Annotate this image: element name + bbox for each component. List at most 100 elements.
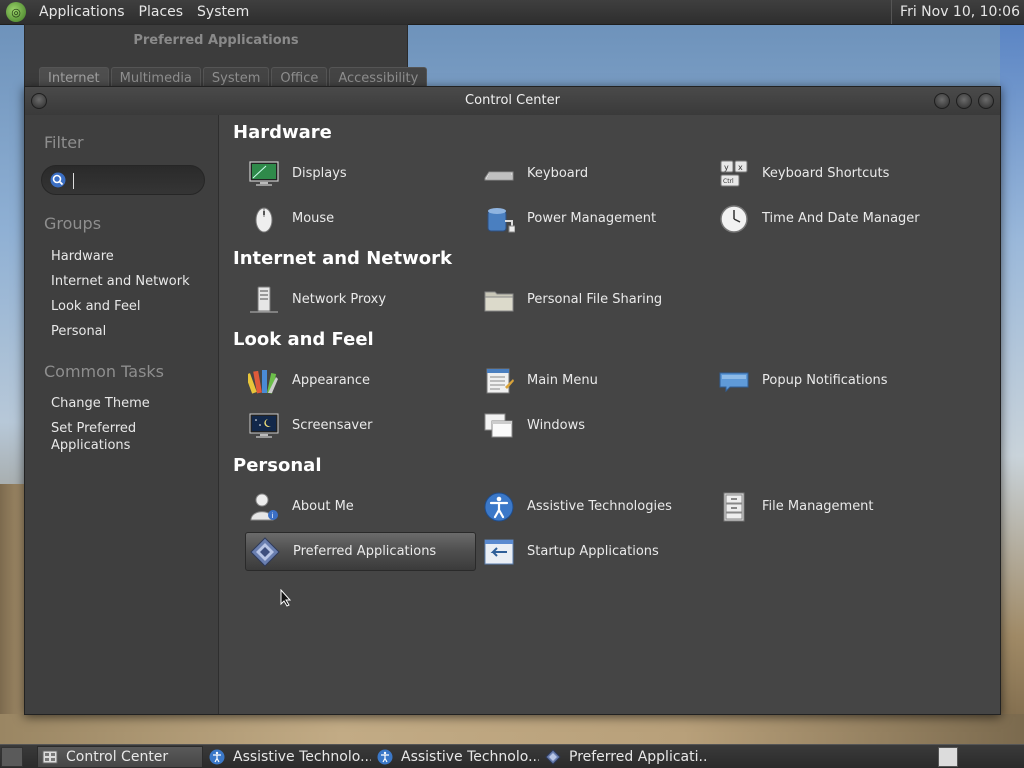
text-caret <box>73 173 74 189</box>
groups-heading: Groups <box>44 214 102 233</box>
main-menu-icon <box>486 368 514 393</box>
task-label: Assistive Technolo... <box>233 748 371 765</box>
task-assistive-technologies[interactable]: Assistive Technolo... <box>205 746 371 768</box>
section-title-look-and-feel: Look and Feel <box>233 329 374 350</box>
sidebar-item-look-and-feel[interactable]: Look and Feel <box>25 294 218 319</box>
applications-menu[interactable]: Applications <box>32 4 132 20</box>
desktop-wallpaper-bottom <box>0 714 1024 744</box>
item-label: Startup Applications <box>527 544 659 559</box>
clock[interactable]: Fri Nov 10, 10:06 <box>891 0 1020 24</box>
section-title-internet-and-network: Internet and Network <box>233 248 452 269</box>
item-label: Mouse <box>292 211 335 226</box>
item-network-proxy[interactable]: Network Proxy <box>245 280 476 319</box>
item-label: Assistive Technologies <box>527 499 672 514</box>
about-me-icon: i <box>250 493 278 520</box>
svg-text:x: x <box>738 163 743 172</box>
item-label: Windows <box>527 418 586 433</box>
section-title-personal: Personal <box>233 455 322 476</box>
item-label: Main Menu <box>527 373 598 388</box>
search-input[interactable] <box>41 165 205 195</box>
places-menu[interactable]: Places <box>132 4 191 20</box>
network-proxy-icon <box>250 286 278 312</box>
item-label: Network Proxy <box>292 292 387 307</box>
keyboard-shortcuts-icon: y x Ctrl <box>720 160 748 186</box>
window-title: Control Center <box>465 93 560 108</box>
accessibility-icon <box>484 492 514 521</box>
titlebar[interactable]: Control Center <box>25 87 1000 115</box>
task-set-preferred-applications[interactable]: Set Preferred Applications <box>25 416 145 454</box>
windows-icon <box>484 413 513 437</box>
sidebar-item-personal[interactable]: Personal <box>25 319 218 344</box>
notification-tray-icon[interactable] <box>938 747 958 767</box>
maximize-button[interactable] <box>956 93 972 109</box>
svg-text:y: y <box>724 163 729 172</box>
item-file-management[interactable]: File Management <box>715 487 946 526</box>
window-title: Preferred Applications <box>133 33 299 48</box>
item-label: About Me <box>292 499 354 514</box>
bottom-taskbar: Control Center Assistive Technolo... Ass… <box>0 744 1024 768</box>
task-label: Control Center <box>66 748 169 765</box>
accessibility-icon <box>209 749 225 764</box>
distro-logo-icon[interactable]: ◎ <box>6 2 26 22</box>
item-power-management[interactable]: Power Management <box>480 199 711 238</box>
item-time-and-date-manager[interactable]: Time And Date Manager <box>715 199 946 238</box>
task-change-theme[interactable]: Change Theme <box>25 391 218 416</box>
item-assistive-technologies[interactable]: Assistive Technologies <box>480 487 711 526</box>
sidebar: Filter Groups Hardware Internet and Netw… <box>25 115 219 714</box>
folder-share-icon <box>484 291 514 311</box>
desktop-wallpaper <box>0 484 24 744</box>
item-displays[interactable]: Displays <box>245 154 476 193</box>
task-preferred-applications[interactable]: Preferred Applicati... <box>541 746 707 768</box>
top-panel: ◎ Applications Places System Fri Nov 10,… <box>0 0 1024 25</box>
item-label: Keyboard <box>527 166 589 181</box>
search-icon <box>50 172 66 188</box>
show-desktop-button[interactable] <box>1 746 23 767</box>
task-label: Preferred Applicati... <box>569 748 707 765</box>
preferred-apps-icon <box>250 536 280 567</box>
svg-text:i: i <box>272 512 274 520</box>
item-label: Time And Date Manager <box>762 211 920 226</box>
task-control-center[interactable]: Control Center <box>37 745 203 768</box>
item-label: Popup Notifications <box>762 373 888 388</box>
sidebar-item-hardware[interactable]: Hardware <box>25 244 218 269</box>
item-label: Appearance <box>292 373 371 388</box>
item-label: Preferred Applications <box>293 544 437 559</box>
accessibility-icon <box>377 749 393 764</box>
common-tasks-heading: Common Tasks <box>44 362 165 381</box>
preferred-apps-icon <box>545 748 561 765</box>
item-keyboard-shortcuts[interactable]: y x Ctrl Keyboard Shortcuts <box>715 154 946 193</box>
item-label: File Management <box>762 499 874 514</box>
task-label: Assistive Technolo... <box>401 748 539 765</box>
item-keyboard[interactable]: Keyboard <box>480 154 711 193</box>
notification-icon <box>719 372 749 392</box>
window-menu-button[interactable] <box>31 93 47 109</box>
close-button[interactable] <box>978 93 994 109</box>
item-label: Power Management <box>527 211 657 226</box>
task-assistive-technologies-2[interactable]: Assistive Technolo... <box>373 746 539 768</box>
keyboard-icon <box>484 171 514 180</box>
startup-icon <box>484 539 514 564</box>
appearance-icon <box>248 369 278 394</box>
item-preferred-applications[interactable]: Preferred Applications <box>245 532 476 571</box>
item-label: Keyboard Shortcuts <box>762 166 890 181</box>
item-appearance[interactable]: Appearance <box>245 361 476 400</box>
screensaver-icon <box>249 413 279 438</box>
item-label: Screensaver <box>292 418 373 433</box>
item-screensaver[interactable]: Screensaver <box>245 406 476 445</box>
item-mouse[interactable]: Mouse <box>245 199 476 238</box>
clock-icon <box>720 204 748 233</box>
minimize-button[interactable] <box>934 93 950 109</box>
item-personal-file-sharing[interactable]: Personal File Sharing <box>480 280 711 319</box>
item-popup-notifications[interactable]: Popup Notifications <box>715 361 946 400</box>
item-main-menu[interactable]: Main Menu <box>480 361 711 400</box>
sidebar-item-internet-and-network[interactable]: Internet and Network <box>25 269 218 294</box>
item-startup-applications[interactable]: Startup Applications <box>480 532 711 571</box>
svg-text:Ctrl: Ctrl <box>723 178 734 185</box>
mouse-icon <box>255 207 273 232</box>
power-icon <box>487 207 515 232</box>
system-menu[interactable]: System <box>190 4 256 20</box>
desktop-wallpaper-right <box>1000 24 1024 744</box>
item-about-me[interactable]: i About Me <box>245 487 476 526</box>
item-windows[interactable]: Windows <box>480 406 711 445</box>
mouse-cursor-icon <box>280 589 292 607</box>
